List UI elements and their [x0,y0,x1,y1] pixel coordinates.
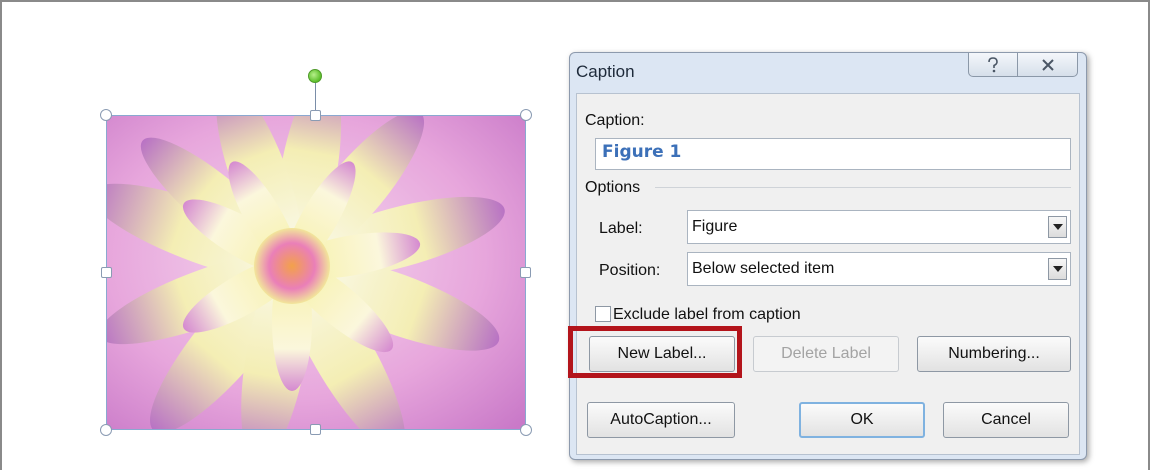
close-icon [1041,58,1054,71]
position-dropdown-arrow[interactable] [1048,258,1067,280]
numbering-button[interactable]: Numbering... [917,336,1071,372]
position-dropdown[interactable]: Below selected item [687,252,1071,286]
rotation-handle[interactable] [308,69,322,83]
position-dropdown-value: Below selected item [692,260,835,277]
chevron-down-icon [1052,224,1063,230]
help-button[interactable] [968,53,1018,77]
resize-handle-bottom-right[interactable] [520,424,532,436]
position-field-label: Position: [599,262,661,279]
new-label-highlight-box [568,326,742,378]
resize-handle-top[interactable] [310,110,321,121]
resize-handle-top-left[interactable] [100,109,112,121]
caption-field-label: Caption: [585,112,645,129]
options-divider [655,187,1071,188]
caption-dialog: Caption Caption: Figure 1 Options Label:… [569,52,1087,460]
selected-picture[interactable] [100,109,532,436]
close-button[interactable] [1018,53,1078,77]
resize-handle-bottom-left[interactable] [100,424,112,436]
label-dropdown-arrow[interactable] [1048,216,1067,238]
autocaption-button[interactable]: AutoCaption... [587,402,735,438]
exclude-label-text: Exclude label from caption [613,306,801,323]
resize-handle-right[interactable] [520,267,531,278]
delete-label-button[interactable]: Delete Label [753,336,899,372]
cancel-button[interactable]: Cancel [943,402,1069,438]
caption-input[interactable]: Figure 1 [595,138,1071,170]
resize-handle-bottom[interactable] [310,424,321,435]
exclude-label-checkbox[interactable] [595,306,611,322]
ok-button[interactable]: OK [799,402,925,438]
label-dropdown-value: Figure [692,218,738,235]
resize-handle-top-right[interactable] [520,109,532,121]
help-icon [988,56,998,72]
chevron-down-icon [1052,266,1063,272]
label-field-label: Label: [599,220,643,237]
label-dropdown[interactable]: Figure [687,210,1071,244]
title-buttons [968,53,1078,77]
dialog-title: Caption [576,62,635,81]
resize-handle-left[interactable] [101,267,112,278]
flower-image [106,115,526,430]
options-group-label: Options [585,179,641,196]
dialog-body: Caption: Figure 1 Options Label: Figure … [576,93,1080,455]
